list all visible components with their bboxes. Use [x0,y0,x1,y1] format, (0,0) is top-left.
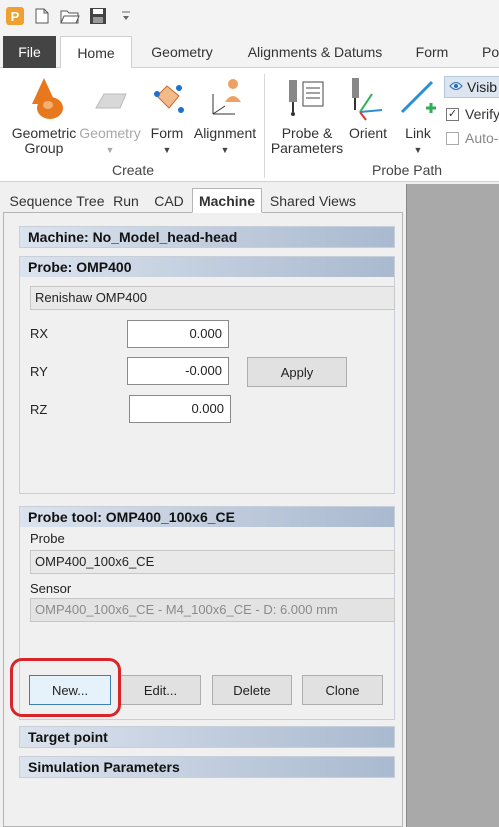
form-label: Form [150,125,184,141]
probe-tool-header[interactable]: Probe tool: OMP400_100x6_CE [20,507,394,527]
machine-section: Machine: No_Model_head-head [19,226,395,248]
rz-label: RZ [30,402,48,417]
probe-parameters-icon [285,74,329,122]
chevron-down-icon: ▼ [413,145,423,155]
eye-icon [449,79,463,96]
alignment-icon [203,74,247,122]
ribbon-tab-row: File Home Geometry Alignments & Datums F… [0,32,499,69]
checkmark-icon: ✓ [446,107,459,121]
open-folder-icon[interactable] [60,7,80,25]
form-dropdown-button[interactable]: Form ▼ [142,74,192,158]
orient-icon [346,74,390,122]
target-point-section: Target point [19,726,395,748]
delete-button[interactable]: Delete [212,675,292,705]
alignment-label: Alignment [193,125,257,141]
tab-po[interactable]: Po [482,36,499,68]
graphics-viewport[interactable] [406,184,499,827]
visible-label: Visib [467,79,498,95]
clone-button[interactable]: Clone [302,675,383,705]
probe-label: Probe [30,531,65,546]
save-icon[interactable] [88,7,108,25]
create-group-label: Create [112,162,155,178]
simulation-parameters-section: Simulation Parameters [19,756,395,778]
link-dropdown-button[interactable]: Link ▼ [394,74,442,158]
visible-toggle[interactable]: Visib [444,76,499,98]
rz-input[interactable]: 0.000 [129,395,231,423]
probe-parameters-button[interactable]: Probe & Parameters [270,74,344,156]
form-icon [145,74,189,122]
tab-shared-views[interactable]: Shared Views [269,189,357,213]
link-icon [396,74,440,122]
alignment-dropdown-button[interactable]: Alignment ▼ [192,74,258,158]
ribbon-separator [264,74,265,178]
geometry-dropdown-button[interactable]: Geometry ▼ [78,74,142,158]
edit-button[interactable]: Edit... [120,675,201,705]
chevron-down-icon: ▼ [105,145,115,155]
geometry-icon [88,74,132,122]
customize-dropdown-icon[interactable] [116,7,136,25]
rx-label: RX [30,326,49,341]
tab-machine[interactable]: Machine [192,188,262,213]
target-point-header[interactable]: Target point [20,727,394,747]
chevron-down-icon: ▼ [220,145,230,155]
sensor-field: OMP400_100x6_CE - M4_100x6_CE - D: 6.000… [30,598,395,622]
simulation-parameters-header[interactable]: Simulation Parameters [20,757,394,777]
orient-label: Orient [348,125,388,141]
new-document-icon[interactable] [32,7,52,25]
auto-checkbox[interactable]: Auto- [446,130,498,146]
probe-header[interactable]: Probe: OMP400 [20,257,394,277]
tab-cad[interactable]: CAD [151,189,187,213]
ry-label: RY [30,364,48,379]
checkbox-empty-icon [446,131,459,145]
probe-parameters-label: Probe & Parameters [270,125,344,156]
tab-sequence-tree[interactable]: Sequence Tree [9,189,105,213]
quick-access-toolbar: P [0,0,499,32]
tab-home[interactable]: Home [60,36,132,69]
orient-button[interactable]: Orient [344,74,392,141]
link-label: Link [405,125,431,141]
geometric-group-button[interactable]: Geometric Group [8,74,80,156]
tab-form[interactable]: Form [410,36,454,68]
ry-input[interactable]: -0.000 [127,357,229,385]
auto-label: Auto- [465,130,499,146]
geometry-label: Geometry [79,125,141,141]
ribbon: Geometric Group Geometry ▼ Form ▼ Alignm… [0,68,499,182]
tab-run[interactable]: Run [111,189,141,213]
machine-header[interactable]: Machine: No_Model_head-head [20,227,394,247]
sensor-label: Sensor [30,581,72,596]
tab-alignments-datums[interactable]: Alignments & Datums [242,36,388,68]
apply-button[interactable]: Apply [247,357,347,387]
rx-input[interactable]: 0.000 [127,320,229,348]
tab-geometry[interactable]: Geometry [146,36,218,68]
probe-path-group-label: Probe Path [372,162,443,178]
probe-name-field[interactable]: Renishaw OMP400 [30,286,395,310]
geometric-group-label: Geometric Group [11,125,77,156]
highlight-annotation [10,658,121,717]
app-logo[interactable]: P [6,7,24,25]
tab-file[interactable]: File [3,36,56,68]
verify-checkbox[interactable]: ✓ Verify [446,106,499,122]
verify-label: Verify [465,106,499,122]
panel-tab-row: Sequence Tree Run CAD Machine Shared Vie… [3,185,403,213]
geometric-group-icon [22,74,66,122]
chevron-down-icon: ▼ [162,145,172,155]
probe-tool-field[interactable]: OMP400_100x6_CE [30,550,395,574]
